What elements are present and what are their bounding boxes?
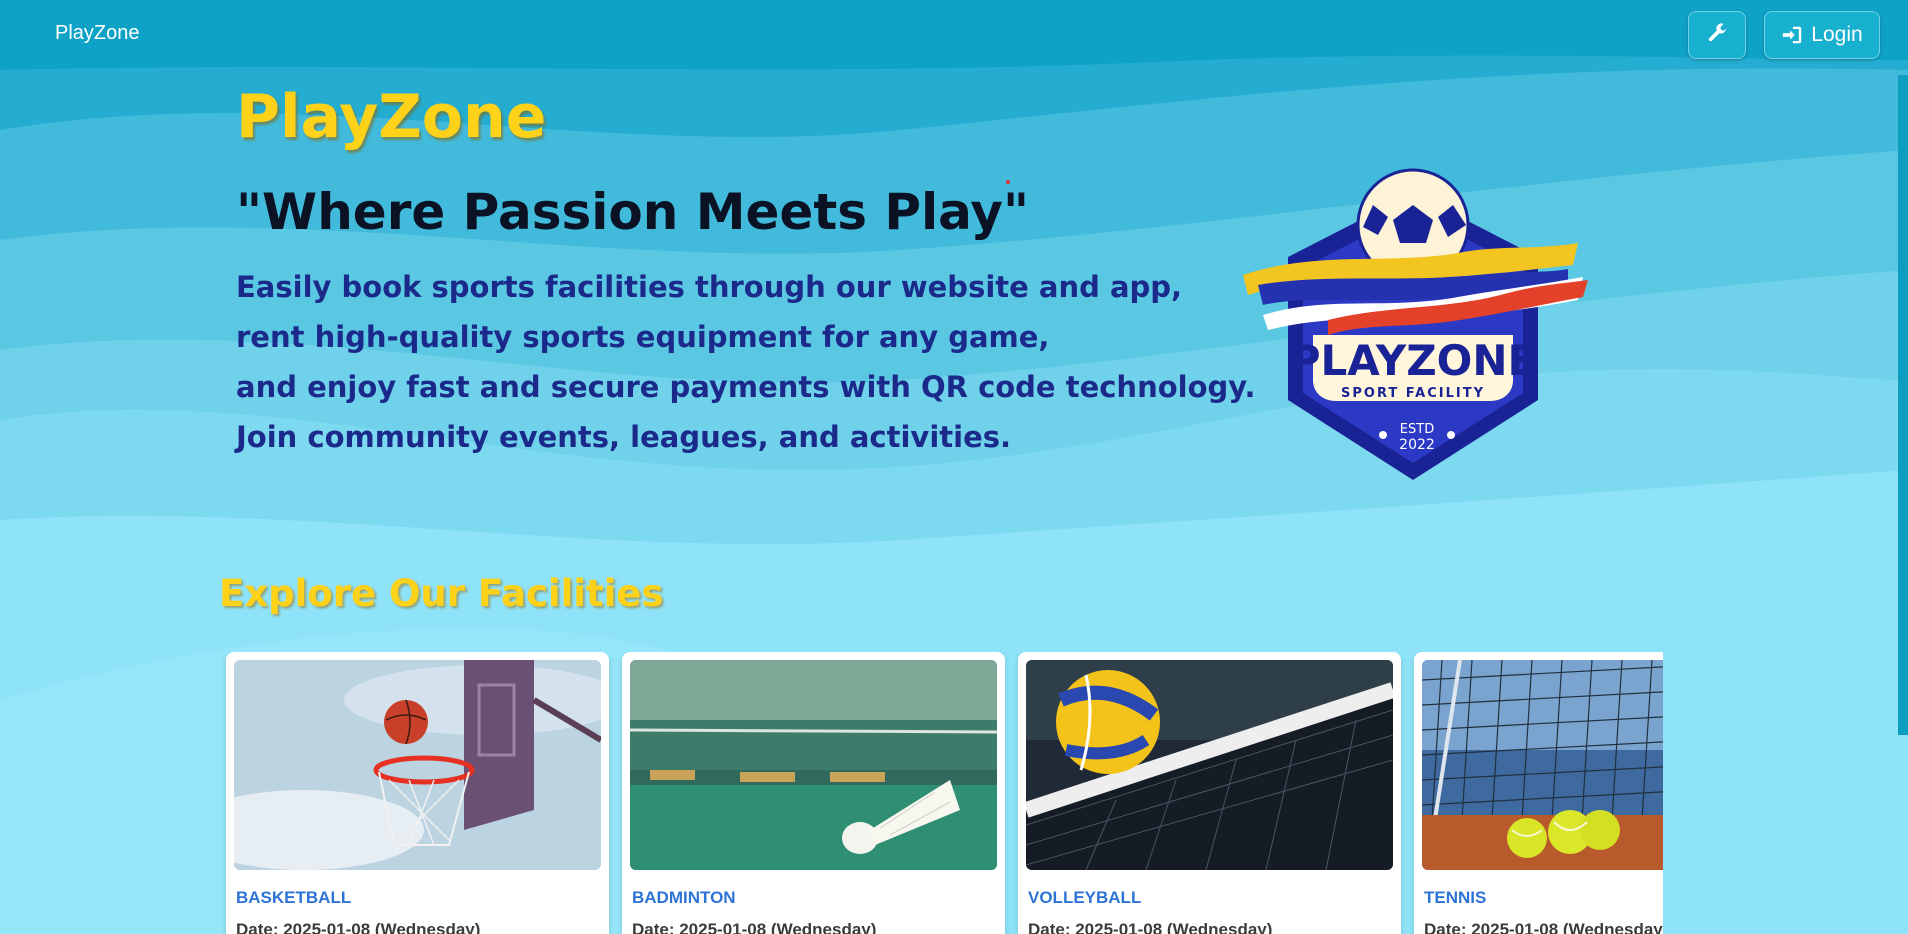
sign-in-icon (1783, 26, 1802, 44)
tools-button[interactable] (1688, 11, 1746, 59)
login-label: Login (1811, 23, 1863, 46)
facility-name: BADMINTON (632, 888, 736, 907)
facilities-track: BASKETBALL Date: 2025-01-08 (Wednesday) (222, 652, 1663, 934)
facility-card-badminton[interactable]: BADMINTON Date: 2025-01-08 (Wednesday) (622, 652, 1005, 934)
facilities-carousel[interactable]: BASKETBALL Date: 2025-01-08 (Wednesday) (222, 652, 1663, 934)
hero-description: Easily book sports facilities through ou… (236, 262, 1256, 462)
hero-title: PlayZone (236, 82, 547, 152)
volleyball-image (1026, 660, 1393, 870)
page: PlayZone Login PlayZone "Where Passion M… (0, 0, 1908, 934)
logo-estd: ESTD (1400, 422, 1434, 437)
facility-name: BASKETBALL (236, 888, 352, 907)
facilities-title: Explore Our Facilities (219, 572, 664, 615)
hero-tagline: "Where Passion Meets Play" (236, 183, 1030, 241)
facility-card-basketball[interactable]: BASKETBALL Date: 2025-01-08 (Wednesday) (226, 652, 609, 934)
brand-link[interactable]: PlayZone (55, 22, 140, 45)
facility-date: Date: 2025-01-08 (Wednesday) (236, 920, 481, 934)
playzone-logo: PLAYZONE SPORT FACILITY ESTD 2022 (1243, 168, 1588, 480)
description-line: Easily book sports facilities through ou… (236, 270, 1183, 304)
tennis-image (1422, 660, 1663, 870)
basketball-image (234, 660, 601, 870)
description-line: rent high-quality sports equipment for a… (236, 320, 1050, 354)
facility-date: Date: 2025-01-08 (Wednesday) (632, 920, 877, 934)
page-scrollbar[interactable] (1898, 75, 1908, 735)
facility-date: Date: 2025-01-08 (Wednesday) (1028, 920, 1273, 934)
logo-year: 2022 (1399, 437, 1435, 453)
facility-card-volleyball[interactable]: VOLLEYBALL Date: 2025-01-08 (Wednesday) (1018, 652, 1401, 934)
facility-date: Date: 2025-01-08 (Wednesday) (1424, 920, 1663, 934)
badminton-image (630, 660, 997, 870)
cursor-dot (1006, 180, 1010, 184)
facility-name: VOLLEYBALL (1028, 888, 1142, 907)
wrench-icon (1708, 23, 1728, 42)
description-line: and enjoy fast and secure payments with … (236, 370, 1256, 404)
description-line: Join community events, leagues, and acti… (236, 420, 1012, 454)
facility-name: TENNIS (1424, 888, 1487, 907)
login-button[interactable]: Login (1764, 11, 1880, 59)
facility-card-tennis[interactable]: TENNIS Date: 2025-01-08 (Wednesday) (1414, 652, 1663, 934)
logo-name: PLAYZONE (1290, 336, 1536, 385)
logo-subtitle: SPORT FACILITY (1341, 386, 1485, 401)
